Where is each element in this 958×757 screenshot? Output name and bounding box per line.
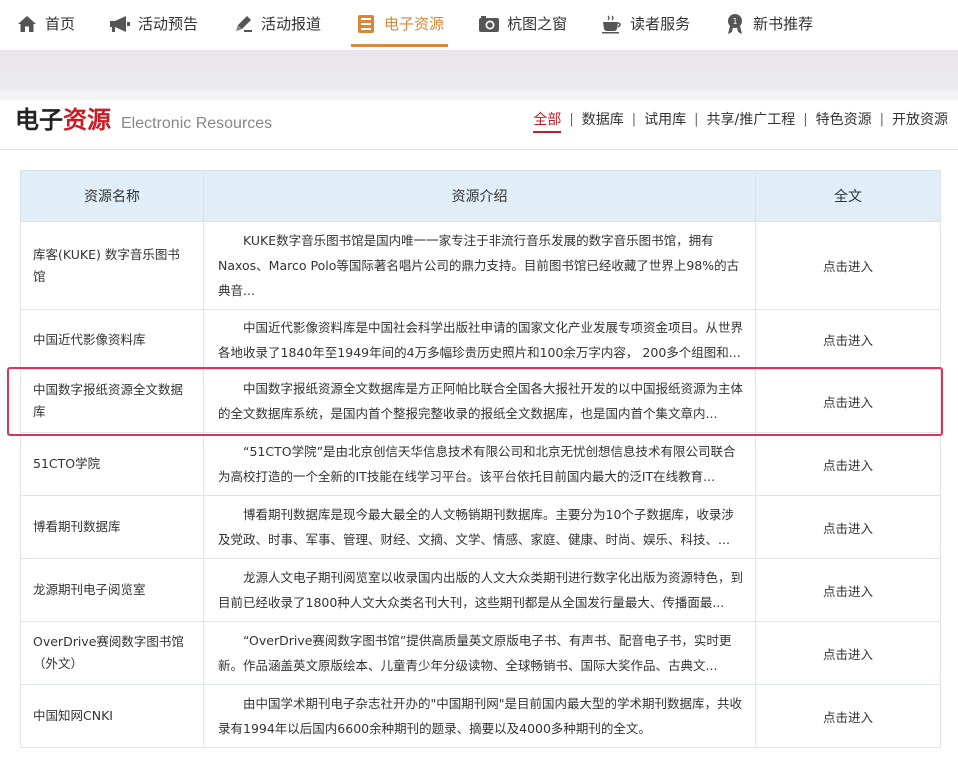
nav-label: 首页 [45, 15, 76, 33]
resource-name: 51CTO学院 [20, 432, 204, 496]
enter-link[interactable]: 点击进入 [755, 221, 941, 310]
header-name: 资源名称 [20, 170, 204, 222]
tab-open[interactable]: 开放资源 [892, 109, 948, 129]
coffee-icon [601, 13, 623, 35]
enter-link[interactable]: 点击进入 [755, 432, 941, 496]
enter-link[interactable]: 点击进入 [755, 309, 941, 370]
resource-desc: 中国近代影像资料库是中国社会科学出版社申请的国家文化产业发展专项资金项目。从世界… [218, 319, 744, 360]
nav-label: 杭图之窗 [507, 15, 568, 33]
resource-desc: 龙源人文电子期刊阅览室以收录国内出版的人文大众类期刊进行数字化出版为资源特色，到… [218, 570, 744, 610]
page-title: 电子 资源 Electronic Resources [15, 100, 272, 149]
section-header: 电子 资源 Electronic Resources 全部 | 数据库 | 试用… [0, 100, 958, 150]
table-row: 中国数字报纸资源全文数据库 中国数字报纸资源全文数据库是方正阿帕比联合全国各大报… [20, 369, 941, 433]
nav-label: 读者服务 [630, 15, 691, 33]
tab-featured[interactable]: 特色资源 [816, 109, 872, 129]
title-en: Electronic Resources [121, 115, 273, 132]
table-row: 库客(KUKE) 数字音乐图书馆 KUKE数字音乐图书馆是国内唯一一家专注于非流… [20, 221, 941, 310]
nav-label: 活动预告 [138, 15, 199, 33]
resource-name: 中国近代影像资料库 [20, 309, 204, 370]
tab-all[interactable]: 全部 [533, 109, 562, 133]
resource-name: 中国数字报纸资源全文数据库 [20, 369, 204, 433]
header-fulltext: 全文 [755, 170, 941, 222]
nav-label: 活动报道 [261, 15, 322, 33]
enter-link[interactable]: 点击进入 [755, 621, 941, 685]
nav-label: 电子资源 [384, 15, 445, 33]
nav-label: 新书推荐 [753, 15, 814, 33]
resource-name: 博看期刊数据库 [20, 495, 204, 559]
nav-item-home[interactable]: 首页 [16, 0, 75, 47]
resource-desc: “OverDrive赛阅数字图书馆”提供高质量英文原版电子书、有声书、配音电子书… [218, 633, 732, 673]
table-row: 博看期刊数据库 博看期刊数据库是现今最大最全的人文畅销期刊数据库。主要分为10个… [20, 495, 941, 559]
tab-shared[interactable]: 共享/推广工程 [707, 109, 796, 129]
title-part1: 电子 [15, 105, 63, 134]
resource-name: 中国知网CNKI [20, 684, 204, 748]
enter-link[interactable]: 点击进入 [755, 495, 941, 559]
medal-icon: 1 [724, 13, 746, 35]
table-row: 龙源期刊电子阅览室 龙源人文电子期刊阅览室以收录国内出版的人文大众类期刊进行数字… [20, 558, 941, 622]
tab-trial[interactable]: 试用库 [644, 109, 686, 129]
camera-icon [478, 13, 500, 35]
resource-table-wrap: 资源名称 资源介绍 全文 库客(KUKE) 数字音乐图书馆 KUKE数字音乐图书… [20, 170, 941, 748]
megaphone-icon [109, 13, 131, 35]
spacer [0, 90, 958, 100]
enter-link[interactable]: 点击进入 [755, 684, 941, 748]
nav-item-new-books[interactable]: 1 新书推荐 [724, 0, 813, 47]
database-icon [355, 13, 377, 35]
enter-link[interactable]: 点击进入 [755, 558, 941, 622]
svg-text:1: 1 [733, 17, 738, 26]
nav-item-events-report[interactable]: 活动报道 [232, 0, 321, 47]
table-header-row: 资源名称 资源介绍 全文 [20, 170, 941, 222]
banner-strip [0, 50, 958, 90]
resource-table: 资源名称 资源介绍 全文 库客(KUKE) 数字音乐图书馆 KUKE数字音乐图书… [20, 170, 941, 748]
resource-desc: 中国数字报纸资源全文数据库是方正阿帕比联合全国各大报社开发的以中国报纸资源为主体… [218, 381, 744, 421]
resource-desc: 博看期刊数据库是现今最大最全的人文畅销期刊数据库。主要分为10个子数据库，收录涉… [218, 507, 734, 547]
pen-icon [232, 13, 254, 35]
home-icon [16, 13, 38, 35]
resource-name: 龙源期刊电子阅览室 [20, 558, 204, 622]
resource-desc: KUKE数字音乐图书馆是国内唯一一家专注于非流行音乐发展的数字音乐图书馆，拥有N… [218, 233, 740, 298]
tab-database[interactable]: 数据库 [582, 109, 624, 129]
top-nav: 首页 活动预告 活动报道 电子资源 杭图之窗 读者服务 1 新书推荐 [0, 0, 958, 50]
nav-item-reader-service[interactable]: 读者服务 [601, 0, 690, 47]
resource-desc: “51CTO学院”是由北京创信天华信息技术有限公司和北京无忧创想信息技术有限公司… [218, 444, 736, 484]
resource-desc: 由中国学术期刊电子杂志社开办的"中国期刊网"是目前国内最大型的学术期刊数据库，共… [218, 696, 743, 736]
header-desc: 资源介绍 [203, 170, 756, 222]
resource-name: 库客(KUKE) 数字音乐图书馆 [20, 221, 204, 310]
title-part2: 资源 [63, 105, 111, 134]
nav-item-events-preview[interactable]: 活动预告 [109, 0, 198, 47]
table-row: 51CTO学院 “51CTO学院”是由北京创信天华信息技术有限公司和北京无忧创想… [20, 432, 941, 496]
nav-item-window[interactable]: 杭图之窗 [478, 0, 567, 47]
enter-link[interactable]: 点击进入 [755, 369, 941, 433]
category-tabs: 全部 | 数据库 | 试用库 | 共享/推广工程 | 特色资源 | 开放资源 [533, 109, 948, 149]
table-row: 中国近代影像资料库 中国近代影像资料库是中国社会科学出版社申请的国家文化产业发展… [20, 309, 941, 370]
table-row: OverDrive赛阅数字图书馆（外文） “OverDrive赛阅数字图书馆”提… [20, 621, 941, 685]
table-row: 中国知网CNKI 由中国学术期刊电子杂志社开办的"中国期刊网"是目前国内最大型的… [20, 684, 941, 748]
nav-item-e-resources[interactable]: 电子资源 [351, 0, 449, 47]
resource-name: OverDrive赛阅数字图书馆（外文） [20, 621, 204, 685]
